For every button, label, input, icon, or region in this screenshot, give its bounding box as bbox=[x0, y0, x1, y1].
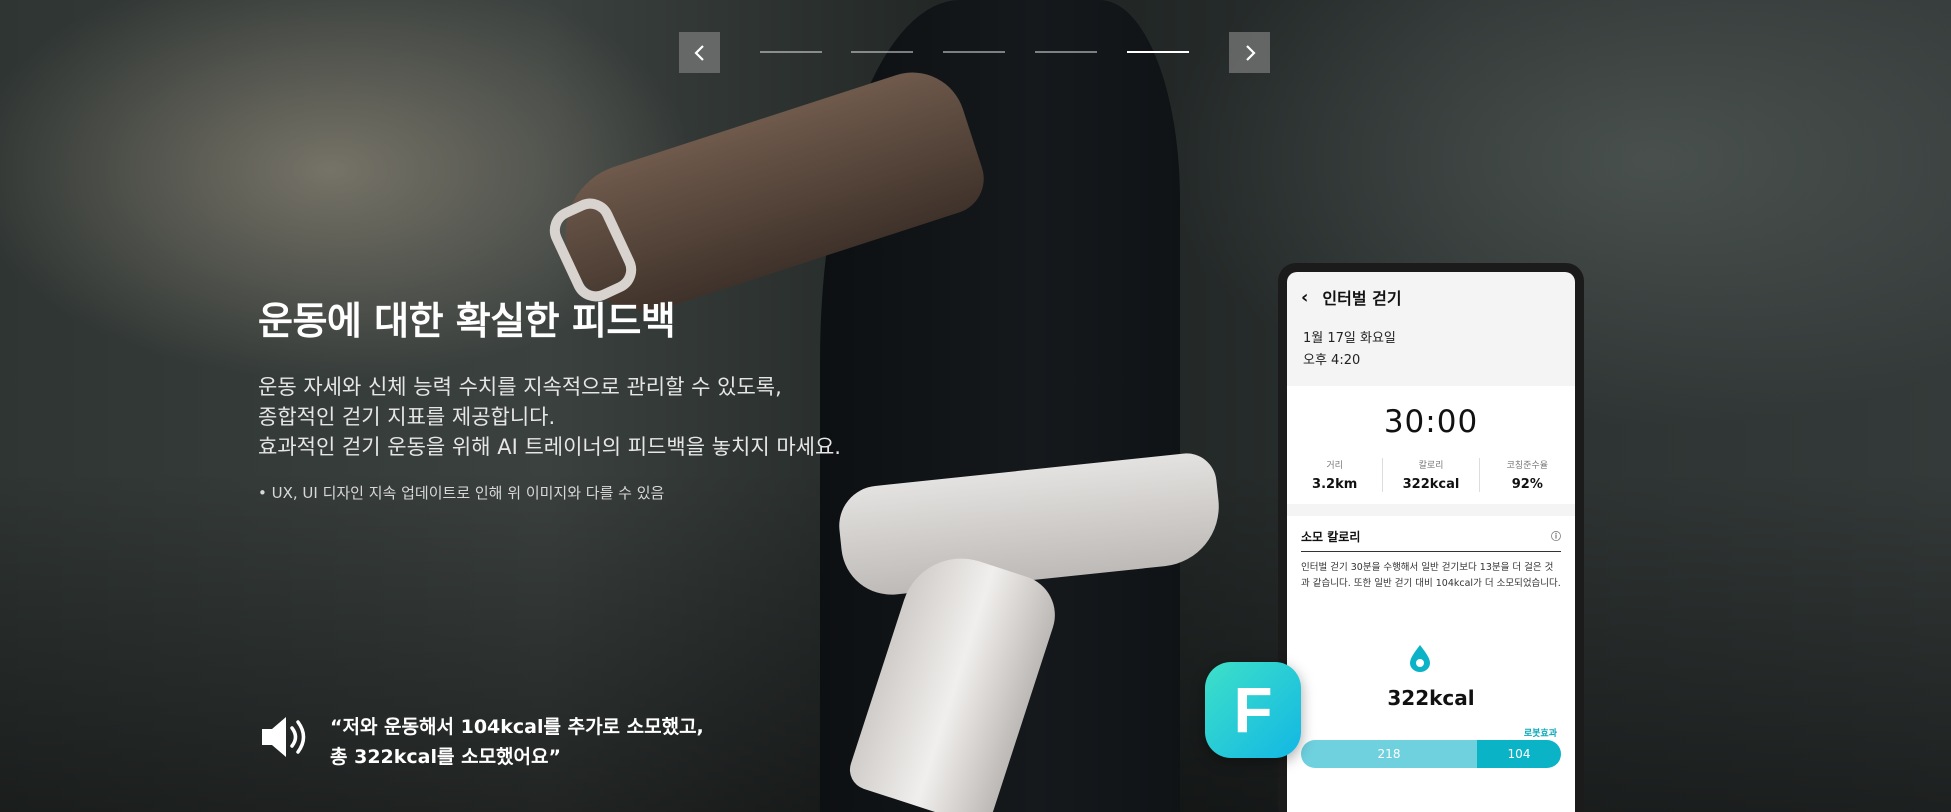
hero-description-line: 운동 자세와 신체 능력 수치를 지속적으로 관리할 수 있도록, bbox=[258, 375, 782, 399]
flame-drop-icon bbox=[1410, 645, 1430, 672]
voice-quote-line: “저와 운동해서 104kcal를 추가로 소모했고, bbox=[330, 716, 704, 738]
voice-quote-line: 총 322kcal를 소모했어요” bbox=[330, 746, 561, 768]
chevron-right-icon bbox=[1245, 44, 1256, 61]
hero-description: 운동 자세와 신체 능력 수치를 지속적으로 관리할 수 있도록, 종합적인 걷… bbox=[258, 372, 841, 462]
hero-note: • UX, UI 디자인 지속 업데이트로 인해 위 이미지와 다를 수 있음 bbox=[258, 484, 665, 502]
workout-summary-card: 30:00 거리 3.2km 칼로리 322kcal 코칭준수율 92% bbox=[1287, 386, 1575, 504]
hero-description-line: 효과적인 걷기 운동을 위해 AI 트레이너의 피드백을 놓치지 마세요. bbox=[258, 435, 841, 459]
voice-quote: “저와 운동해서 104kcal를 추가로 소모했고, 총 322kcal를 소… bbox=[330, 712, 704, 772]
stat-coaching-rate: 코칭준수율 92% bbox=[1478, 458, 1575, 492]
app-logo-icon: F bbox=[1205, 662, 1301, 758]
total-kcal: 322kcal bbox=[1387, 686, 1475, 710]
calorie-description: 인터벌 걷기 30분을 수행해서 일반 걷기보다 13분을 더 걸은 것과 같습… bbox=[1301, 562, 1561, 589]
workout-duration: 30:00 bbox=[1383, 404, 1479, 440]
carousel-indicator-2[interactable] bbox=[851, 51, 913, 53]
calorie-section-label: 소모 칼로리 bbox=[1301, 530, 1361, 544]
calorie-card: 소모 칼로리 ⓘ 인터벌 걷기 30분을 수행해서 일반 걷기보다 13분을 더… bbox=[1287, 516, 1575, 812]
phone-screen: ‹ 인터벌 걷기 1월 17일 화요일 오후 4:20 30:00 거리 3.2… bbox=[1287, 272, 1575, 812]
stat-calories: 칼로리 322kcal bbox=[1382, 458, 1478, 492]
workout-date: 1월 17일 화요일 bbox=[1303, 331, 1396, 346]
stat-value: 3.2km bbox=[1312, 477, 1358, 492]
app-logo-letter: F bbox=[1233, 674, 1273, 746]
back-arrow-icon[interactable]: ‹ bbox=[1301, 287, 1308, 308]
chevron-left-icon bbox=[693, 44, 704, 61]
workout-datetime: 1월 17일 화요일 오후 4:20 bbox=[1287, 328, 1575, 372]
workout-stats: 거리 3.2km 칼로리 322kcal 코칭준수율 92% bbox=[1287, 458, 1575, 492]
hero-description-line: 종합적인 걷기 지표를 제공합니다. bbox=[258, 405, 556, 429]
carousel-next-button[interactable] bbox=[1229, 32, 1270, 73]
phone-header-title: 인터벌 걷기 bbox=[1322, 289, 1402, 308]
calorie-bar: 218 104 bbox=[1301, 740, 1561, 768]
robot-effect-label: 로봇효과 bbox=[1523, 729, 1557, 739]
stat-distance: 거리 3.2km bbox=[1287, 458, 1382, 492]
carousel-indicator-4[interactable] bbox=[1035, 51, 1097, 53]
carousel-indicator-5[interactable] bbox=[1127, 51, 1189, 53]
calorie-section-title: 소모 칼로리 ⓘ bbox=[1301, 528, 1561, 552]
hero-banner: 운동에 대한 확실한 피드백 운동 자세와 신체 능력 수치를 지속적으로 관리… bbox=[0, 0, 1951, 812]
workout-time: 오후 4:20 bbox=[1303, 353, 1361, 368]
stat-label: 거리 bbox=[1326, 461, 1343, 471]
calorie-bar-base: 218 bbox=[1301, 740, 1478, 768]
carousel-indicator-1[interactable] bbox=[760, 51, 822, 53]
hero-title: 운동에 대한 확실한 피드백 bbox=[258, 299, 676, 343]
carousel-indicator-3[interactable] bbox=[943, 51, 1005, 53]
speaker-icon[interactable] bbox=[258, 710, 312, 764]
stat-label: 코칭준수율 bbox=[1506, 461, 1549, 471]
info-icon[interactable]: ⓘ bbox=[1551, 528, 1561, 545]
stat-value: 92% bbox=[1511, 477, 1543, 492]
phone-mockup: ‹ 인터벌 걷기 1월 17일 화요일 오후 4:20 30:00 거리 3.2… bbox=[1278, 263, 1584, 812]
stat-label: 칼로리 bbox=[1418, 461, 1444, 471]
stat-value: 322kcal bbox=[1402, 477, 1460, 492]
calorie-bar-robot: 104 bbox=[1477, 740, 1561, 768]
phone-header: ‹ 인터벌 걷기 bbox=[1287, 272, 1575, 322]
carousel-prev-button[interactable] bbox=[679, 32, 720, 73]
